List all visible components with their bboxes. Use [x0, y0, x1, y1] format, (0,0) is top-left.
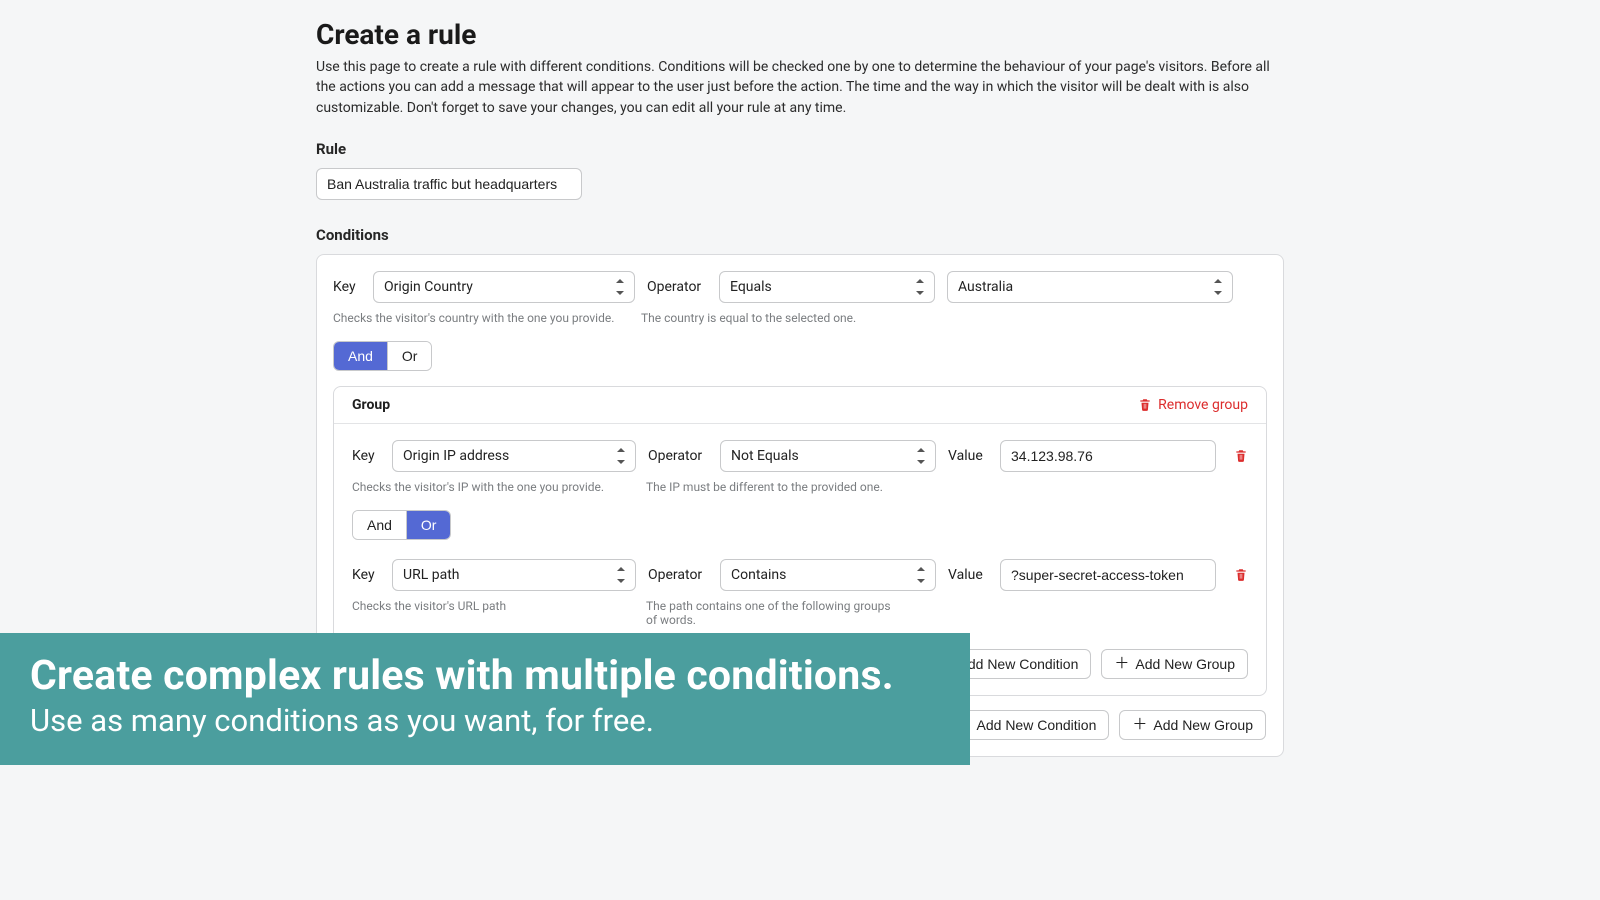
page-description: Use this page to create a rule with diff…	[316, 57, 1284, 118]
condition-row: Key Origin Country Operator Equals Austr…	[333, 271, 1267, 303]
banner-subtitle: Use as many conditions as you want, for …	[30, 702, 940, 741]
rule-name-input[interactable]	[316, 168, 582, 200]
key-label: Key	[333, 279, 361, 295]
page-title: Create a rule	[316, 18, 1284, 51]
trash-icon	[1138, 397, 1152, 412]
key-select[interactable]: Origin Country	[373, 271, 635, 303]
key-label: Key	[352, 448, 380, 464]
key-value: Origin Country	[384, 279, 473, 295]
operator-select[interactable]: Not Equals	[720, 440, 936, 472]
value-select[interactable]: Australia	[947, 271, 1233, 303]
add-group-label: Add New Group	[1135, 656, 1235, 672]
operator-hint: The path contains one of the following g…	[646, 599, 896, 627]
value-input[interactable]	[1000, 559, 1216, 591]
or-button[interactable]: Or	[387, 342, 432, 370]
add-condition-label: Add New Condition	[959, 656, 1079, 672]
rule-label: Rule	[316, 140, 1284, 158]
condition-row: Key Origin IP address Operator Not Equal…	[352, 440, 1248, 472]
delete-condition-button[interactable]	[1234, 448, 1248, 463]
delete-condition-button[interactable]	[1234, 567, 1248, 582]
operator-value: Contains	[731, 567, 786, 583]
trash-icon	[1234, 567, 1248, 582]
key-hint: Checks the visitor's country with the on…	[333, 311, 623, 325]
remove-group-label: Remove group	[1158, 397, 1248, 413]
operator-hint: The IP must be different to the provided…	[646, 480, 896, 494]
value-label: Value	[948, 448, 988, 464]
value-label: Value	[948, 567, 988, 583]
key-label: Key	[352, 567, 380, 583]
key-value: Origin IP address	[403, 448, 509, 464]
key-select[interactable]: URL path	[392, 559, 636, 591]
banner-title: Create complex rules with multiple condi…	[30, 653, 940, 700]
add-group-button[interactable]: ＋ Add New Group	[1119, 710, 1266, 740]
operator-hint: The country is equal to the selected one…	[641, 311, 891, 325]
operator-label: Operator	[648, 448, 708, 464]
add-group-button[interactable]: ＋ Add New Group	[1101, 649, 1248, 679]
plus-icon: ＋	[1132, 717, 1147, 732]
key-hint: Checks the visitor's URL path	[352, 599, 628, 627]
operator-select[interactable]: Equals	[719, 271, 935, 303]
operator-label: Operator	[648, 567, 708, 583]
and-or-toggle: And Or	[352, 510, 451, 540]
key-value: URL path	[403, 567, 460, 583]
and-button[interactable]: And	[334, 342, 387, 370]
value-input[interactable]	[1000, 440, 1216, 472]
operator-label: Operator	[647, 279, 707, 295]
condition-row: Key URL path Operator Contains Value	[352, 559, 1248, 591]
operator-select[interactable]: Contains	[720, 559, 936, 591]
or-button[interactable]: Or	[406, 511, 451, 539]
add-group-label: Add New Group	[1153, 717, 1253, 733]
promo-banner: Create complex rules with multiple condi…	[0, 633, 970, 765]
and-button[interactable]: And	[353, 511, 406, 539]
group-title: Group	[352, 397, 390, 413]
add-condition-label: Add New Condition	[977, 717, 1097, 733]
key-hint: Checks the visitor's IP with the one you…	[352, 480, 628, 494]
key-select[interactable]: Origin IP address	[392, 440, 636, 472]
conditions-label: Conditions	[316, 226, 1284, 244]
plus-icon: ＋	[1114, 656, 1129, 671]
remove-group-button[interactable]: Remove group	[1138, 397, 1248, 413]
and-or-toggle: And Or	[333, 341, 432, 371]
operator-value: Not Equals	[731, 448, 799, 464]
value-content: Australia	[958, 279, 1013, 295]
operator-value: Equals	[730, 279, 772, 295]
trash-icon	[1234, 448, 1248, 463]
